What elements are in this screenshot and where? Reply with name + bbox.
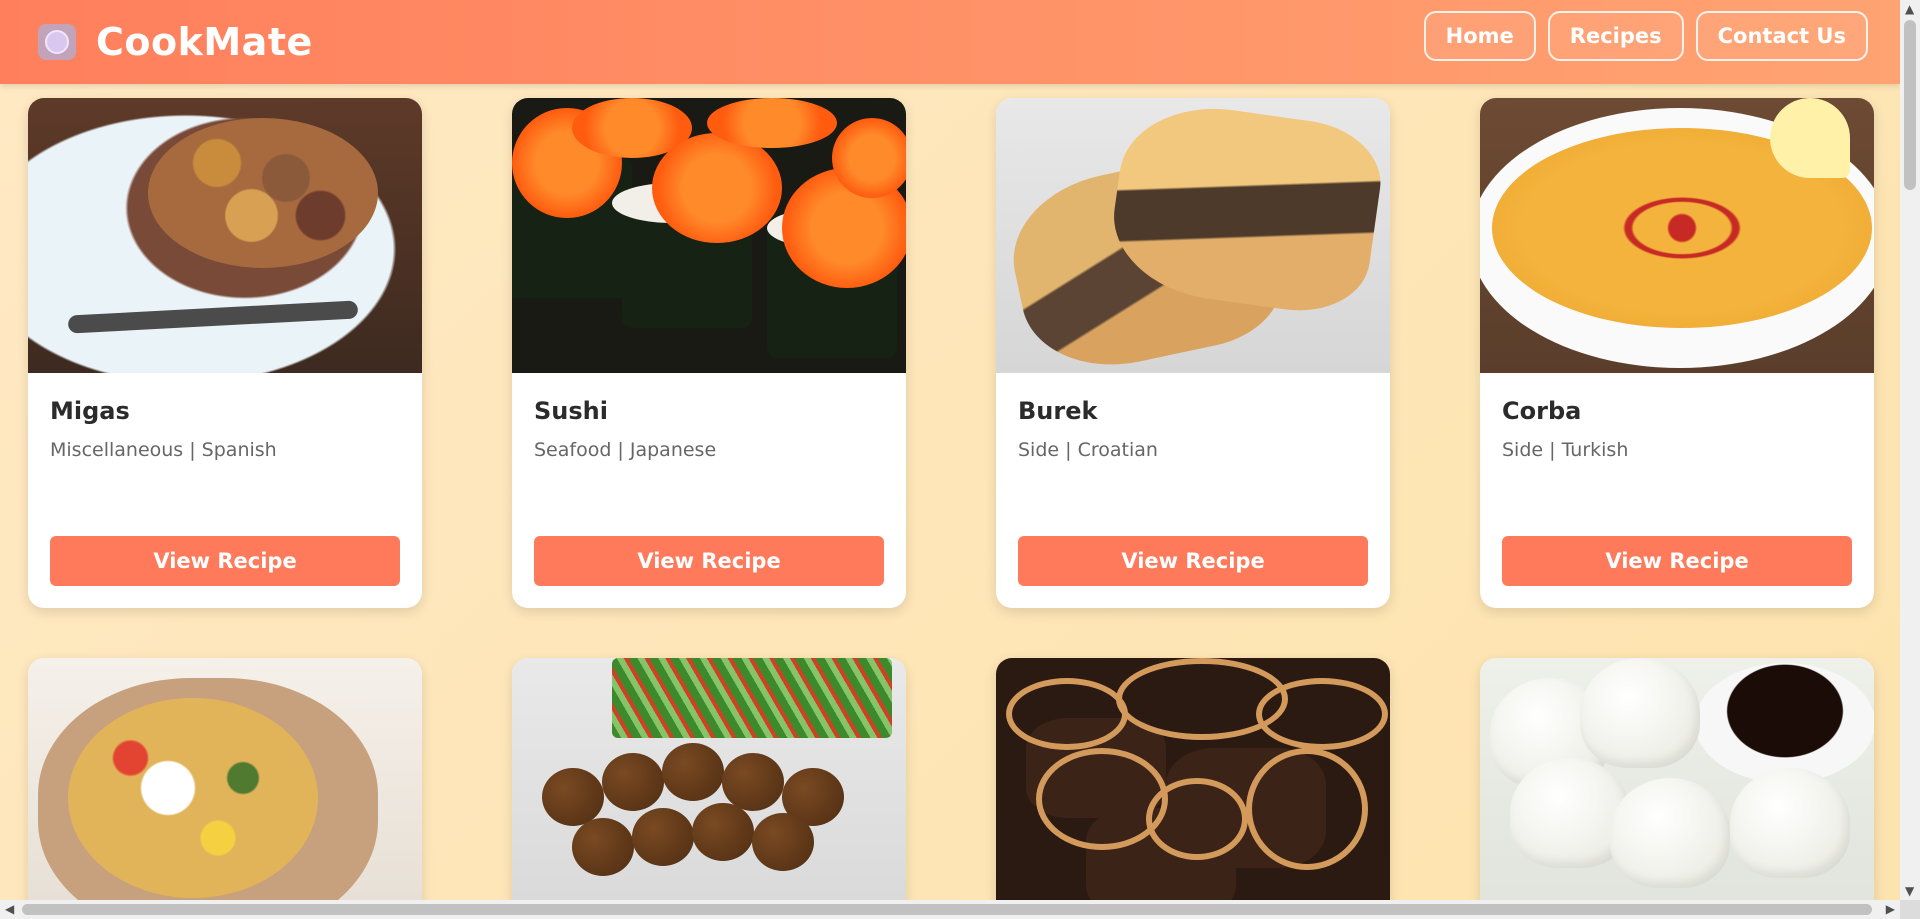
scroll-left-arrow-icon[interactable]: ◀ (5, 902, 14, 916)
main-nav: Home Recipes Contact Us (1423, 11, 1868, 61)
recipe-card: Burek Side | Croatian View Recipe (996, 98, 1390, 608)
recipe-image (28, 658, 422, 900)
recipe-image (1480, 98, 1874, 373)
recipe-card (512, 658, 906, 900)
vertical-scroll-thumb[interactable] (1904, 20, 1916, 190)
recipe-image (996, 658, 1390, 900)
nav-home-button[interactable]: Home (1423, 11, 1536, 61)
view-recipe-button[interactable]: View Recipe (50, 536, 400, 586)
recipe-image (996, 98, 1390, 373)
scrollbar-corner (1900, 900, 1920, 919)
recipe-image (512, 658, 906, 900)
site-header: CookMate Home Recipes Contact Us (0, 0, 1900, 84)
horizontal-scrollbar[interactable]: ◀ ▶ (0, 900, 1900, 919)
horizontal-scroll-thumb[interactable] (22, 904, 1872, 915)
recipe-title: Corba (1502, 397, 1582, 425)
brand-name: CookMate (96, 20, 313, 64)
recipe-image (512, 98, 906, 373)
scroll-up-arrow-icon[interactable]: ▲ (1905, 2, 1914, 16)
recipe-card: Corba Side | Turkish View Recipe (1480, 98, 1874, 608)
recipe-category: Miscellaneous | Spanish (50, 439, 277, 461)
recipe-card: Migas Miscellaneous | Spanish View Recip… (28, 98, 422, 608)
recipe-category: Side | Turkish (1502, 439, 1629, 461)
vertical-scrollbar[interactable]: ▲ ▼ (1900, 0, 1920, 900)
nav-recipes-button[interactable]: Recipes (1547, 11, 1684, 61)
recipe-title: Sushi (534, 397, 608, 425)
view-recipe-button[interactable]: View Recipe (534, 536, 884, 586)
recipe-image (1480, 658, 1874, 900)
recipe-category: Seafood | Japanese (534, 439, 717, 461)
scroll-down-arrow-icon[interactable]: ▼ (1905, 884, 1914, 898)
recipe-image (28, 98, 422, 373)
view-recipe-button[interactable]: View Recipe (1502, 536, 1852, 586)
brand[interactable]: CookMate (38, 14, 313, 70)
view-recipe-button[interactable]: View Recipe (1018, 536, 1368, 586)
page: CookMate Home Recipes Contact Us Migas M… (0, 0, 1900, 900)
recipe-card (996, 658, 1390, 900)
recipe-title: Migas (50, 397, 130, 425)
recipe-category: Side | Croatian (1018, 439, 1158, 461)
recipe-title: Burek (1018, 397, 1098, 425)
recipe-card (28, 658, 422, 900)
recipe-card: Sushi Seafood | Japanese View Recipe (512, 98, 906, 608)
scroll-right-arrow-icon[interactable]: ▶ (1886, 902, 1895, 916)
plate-icon (38, 22, 78, 62)
nav-contact-button[interactable]: Contact Us (1695, 11, 1868, 61)
recipe-card (1480, 658, 1874, 900)
